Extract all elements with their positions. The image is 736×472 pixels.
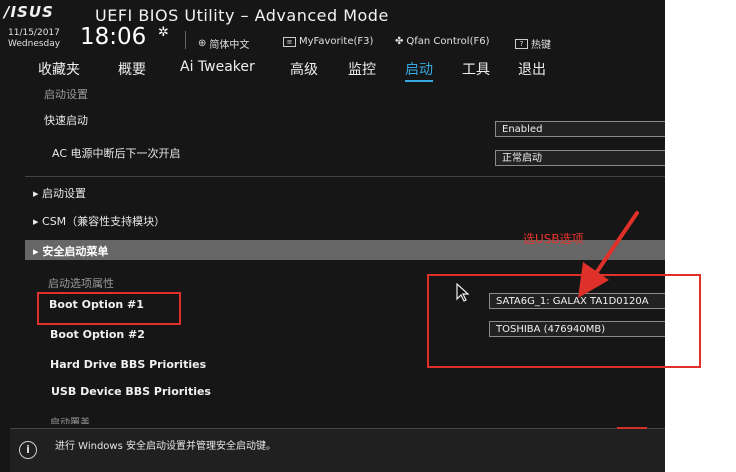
- asus-logo: /ISUS: [4, 3, 54, 21]
- divider: [25, 176, 665, 177]
- fast-boot-select[interactable]: Enabled: [495, 121, 665, 137]
- fast-boot-label: 快速启动: [44, 114, 88, 127]
- submenu-secure-boot[interactable]: ▸ 安全启动菜单: [33, 243, 108, 259]
- help-text: 进行 Windows 安全启动设置并管理安全启动键。: [55, 441, 276, 452]
- qfan-label: Qfan Control(F6): [406, 36, 490, 47]
- submenu-csm[interactable]: ▸ CSM（兼容性支持模块）: [33, 213, 165, 229]
- boot-option-2-label: Boot Option #2: [50, 328, 145, 341]
- info-icon: i: [19, 441, 37, 459]
- submenu-boot-settings[interactable]: ▸ 启动设置: [33, 185, 86, 201]
- tab-favorites[interactable]: 收藏夹: [38, 59, 80, 79]
- date-text: 11/15/2017: [8, 28, 60, 38]
- tab-boot[interactable]: 启动: [405, 59, 433, 82]
- mouse-cursor-icon: [456, 283, 470, 302]
- main-tabs: 收藏夹 概要 Ai Tweaker 高级 监控 启动 工具 退出: [0, 56, 665, 86]
- section-header: 启动设置: [44, 88, 88, 101]
- hotkeys-label: 热键: [531, 40, 551, 51]
- tab-tool[interactable]: 工具: [462, 59, 490, 79]
- tab-ai-tweaker[interactable]: Ai Tweaker: [180, 59, 255, 75]
- annotation-text: 选USB选项: [523, 232, 584, 246]
- weekday-text: Wednesday: [8, 39, 61, 49]
- tab-exit[interactable]: 退出: [518, 59, 546, 79]
- language-label: 简体中文: [209, 40, 250, 51]
- tab-overview[interactable]: 概要: [118, 59, 146, 79]
- window-title: UEFI BIOS Utility – Advanced Mode: [95, 6, 389, 25]
- date-display: 11/15/2017 Wednesday: [8, 28, 60, 50]
- toolbar-divider: [185, 31, 186, 49]
- gear-icon[interactable]: ✲: [158, 25, 169, 40]
- boot-priority-header: 启动选项属性: [48, 277, 114, 290]
- qfan-button[interactable]: ✤ Qfan Control(F6): [395, 36, 490, 47]
- usb-bbs-priorities[interactable]: USB Device BBS Priorities: [51, 385, 211, 398]
- hotkeys-button[interactable]: ? 热键: [515, 36, 551, 51]
- clock-display: 18:06: [80, 24, 147, 50]
- myfavorite-button[interactable]: ≡ MyFavorite(F3): [283, 36, 373, 47]
- ac-power-label: AC 电源中断后下一次开启: [52, 147, 181, 160]
- hdd-bbs-priorities[interactable]: Hard Drive BBS Priorities: [50, 358, 206, 371]
- myfavorite-label: MyFavorite(F3): [299, 36, 374, 47]
- annotation-box-boot-option-label: [37, 292, 181, 325]
- ac-power-select[interactable]: 正常启动: [495, 150, 665, 166]
- language-button[interactable]: ⊕ 简体中文: [198, 36, 249, 51]
- tab-monitor[interactable]: 监控: [348, 59, 376, 79]
- favorite-icon: ≡: [283, 36, 296, 47]
- tab-advanced[interactable]: 高级: [290, 59, 318, 79]
- annotation-dash: [617, 427, 647, 429]
- fan-icon: ✤: [395, 36, 404, 47]
- globe-icon: ⊕: [198, 38, 207, 49]
- question-icon: ?: [515, 38, 528, 49]
- cut-off-row: 启动覆盖: [50, 418, 90, 424]
